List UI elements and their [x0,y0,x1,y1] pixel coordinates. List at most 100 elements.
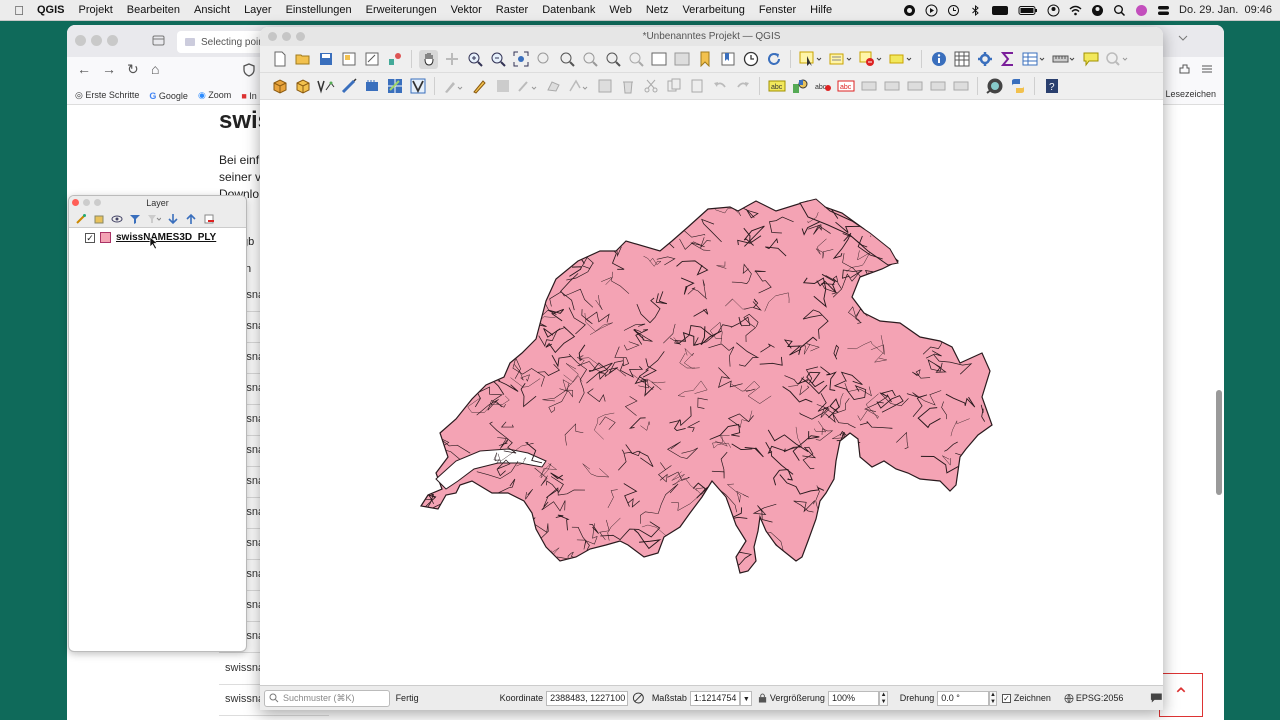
browser-scrollbar[interactable] [1216,390,1222,495]
menu-datenbank[interactable]: Datenbank [535,4,602,16]
digitize-dropdown-icon[interactable] [516,77,540,96]
refresh-icon[interactable] [764,50,783,69]
filter-icon[interactable] [129,213,141,225]
user-switch-icon[interactable] [1047,4,1060,17]
new-geopackage-icon[interactable] [293,77,312,96]
toggle-editing-icon[interactable] [470,77,489,96]
switzerland-map[interactable] [260,101,1163,685]
bookmark-in[interactable]: ■ In [241,91,256,101]
globe-icon[interactable] [1064,693,1074,704]
tab-overview-icon[interactable] [152,34,165,47]
rotation-field[interactable]: 0.0 ° [937,690,989,706]
attribute-table-icon[interactable] [1021,50,1047,69]
menu-app-qgis[interactable]: QGIS [30,4,72,16]
coordinate-field[interactable]: 2388483, 1227100 [546,690,629,706]
python-console-icon[interactable] [1008,77,1027,96]
style-manager-icon[interactable] [385,50,404,69]
label-pin-icon[interactable]: abc [836,77,855,96]
open-project-icon[interactable] [293,50,312,69]
pan-to-selection-icon[interactable] [442,50,461,69]
keyboard-icon[interactable] [991,4,1009,17]
home-icon[interactable]: ⌂ [151,61,159,77]
change-label-icon[interactable] [951,77,970,96]
bookmark-icon[interactable] [695,50,714,69]
filter-expression-icon[interactable] [147,213,161,225]
label-toolbar-icon[interactable]: abc [767,77,786,96]
copy-features-icon[interactable] [664,77,683,96]
add-delimited-text-icon[interactable] [339,77,358,96]
paste-features-icon[interactable] [687,77,706,96]
wifi-icon[interactable] [1069,4,1082,17]
swiss-polygons-outline[interactable] [420,200,993,574]
zoom-layer-icon[interactable] [557,50,576,69]
forward-icon[interactable]: → [102,61,116,77]
menu-vektor[interactable]: Vektor [444,4,489,16]
menu-raster[interactable]: Raster [489,4,535,16]
new-3d-view-icon[interactable] [672,50,691,69]
data-source-manager-icon[interactable] [270,77,289,96]
magnifier-field[interactable]: 100% [827,690,880,706]
record-icon[interactable] [903,4,916,17]
menubar-datetime[interactable]: Do. 29. Jan. 09:46 [1179,4,1272,16]
menu-layer[interactable]: Layer [237,4,279,16]
new-print-layout-icon[interactable] [339,50,358,69]
undo-icon[interactable] [710,77,729,96]
zoom-last-icon[interactable] [603,50,622,69]
siri-icon[interactable] [1135,4,1148,17]
pan-map-icon[interactable] [419,49,438,69]
show-bookmarks-icon[interactable] [718,50,737,69]
bookmark-erste-schritte[interactable]: ◎ Erste Schritte [75,90,139,101]
control-center-icon[interactable] [1157,4,1170,17]
window-minimize-button[interactable] [91,35,102,46]
add-virtual-layer-icon[interactable] [408,77,427,96]
redo-icon[interactable] [733,77,752,96]
panel-minimize-button[interactable] [83,199,90,206]
move-label-icon[interactable] [905,77,924,96]
help-icon[interactable]: ? [1042,77,1061,96]
scale-dropdown-button[interactable]: ▼ [739,690,752,706]
diagram-options-icon[interactable] [790,77,809,96]
account-icon[interactable] [1091,4,1104,17]
menu-web[interactable]: Web [602,4,638,16]
edit-pencil-dropdown-icon[interactable] [442,77,466,96]
select-features-icon[interactable] [798,50,824,69]
window-close-button[interactable] [75,35,86,46]
bookmark-google[interactable]: G Google [149,91,188,101]
layer-name[interactable]: swissNAMES3D_PLY [116,232,216,243]
bluetooth-icon[interactable] [969,4,982,17]
menu-icon[interactable] [1201,63,1213,75]
locator-icon[interactable] [1104,50,1130,69]
chevron-down-icon[interactable] [1177,33,1189,43]
add-feature-icon[interactable] [544,77,563,96]
add-spatialite-icon[interactable] [362,77,381,96]
menu-fenster[interactable]: Fenster [752,4,803,16]
crs-label[interactable]: EPSG:2056 [1076,693,1124,703]
extensions-icon[interactable] [1178,63,1190,75]
layer-visibility-checkbox[interactable]: ✓ [85,232,95,243]
menu-projekt[interactable]: Projekt [72,4,120,16]
layout-manager-icon[interactable] [362,50,381,69]
add-group-icon[interactable] [93,213,105,225]
temporal-controller-icon[interactable] [741,50,760,69]
time-machine-icon[interactable] [947,4,960,17]
label-highlight-icon[interactable]: abc [813,77,832,96]
menu-hilfe[interactable]: Hilfe [803,4,839,16]
qgis-zoom-button[interactable] [296,32,305,41]
zoom-full-icon[interactable] [511,50,530,69]
expand-all-icon[interactable] [167,213,179,225]
new-project-icon[interactable] [270,50,289,69]
magnifier-spinner[interactable]: ▲ ▼ [879,690,888,706]
menu-erweiterungen[interactable]: Erweiterungen [359,4,444,16]
collapse-all-icon[interactable] [185,213,197,225]
other-bookmarks[interactable]: re Lesezeichen [1155,89,1216,99]
zoom-in-icon[interactable] [465,50,484,69]
lock-icon[interactable] [758,692,767,704]
messages-icon[interactable] [1150,692,1163,704]
menu-verarbeitung[interactable]: Verarbeitung [675,4,751,16]
render-checkbox[interactable]: ✓ [1002,693,1011,703]
back-icon[interactable]: ← [77,61,91,77]
plugin-manager-icon[interactable] [985,77,1004,96]
select-location-icon[interactable] [888,50,914,69]
zoom-selection-icon[interactable] [534,50,553,69]
rotation-spinner[interactable]: ▲ ▼ [988,690,998,706]
